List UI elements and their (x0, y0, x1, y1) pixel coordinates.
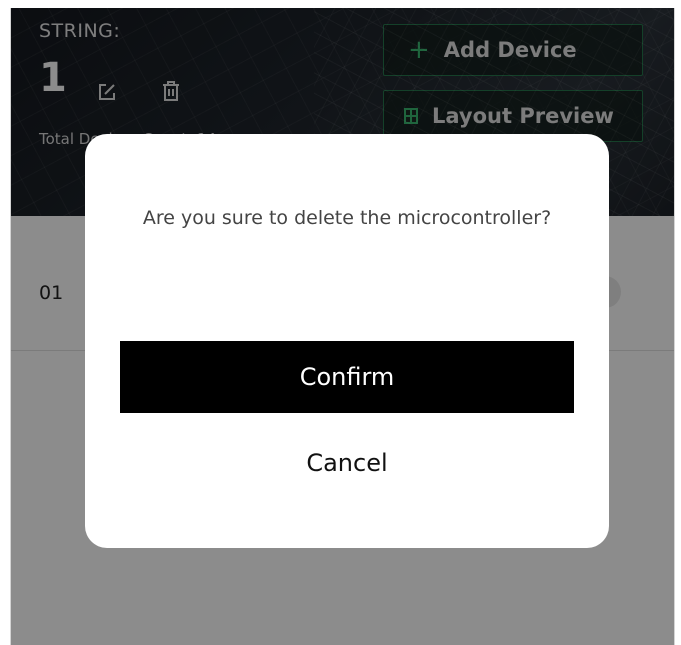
confirm-button[interactable]: Confirm (120, 341, 574, 413)
dialog-message: Are you sure to delete the microcontroll… (142, 207, 552, 229)
cancel-button[interactable]: Cancel (120, 431, 574, 495)
app-frame: STRING: 1 Total Devices Count: 14 + Add … (10, 8, 675, 645)
delete-confirm-dialog: Are you sure to delete the microcontroll… (85, 134, 609, 548)
